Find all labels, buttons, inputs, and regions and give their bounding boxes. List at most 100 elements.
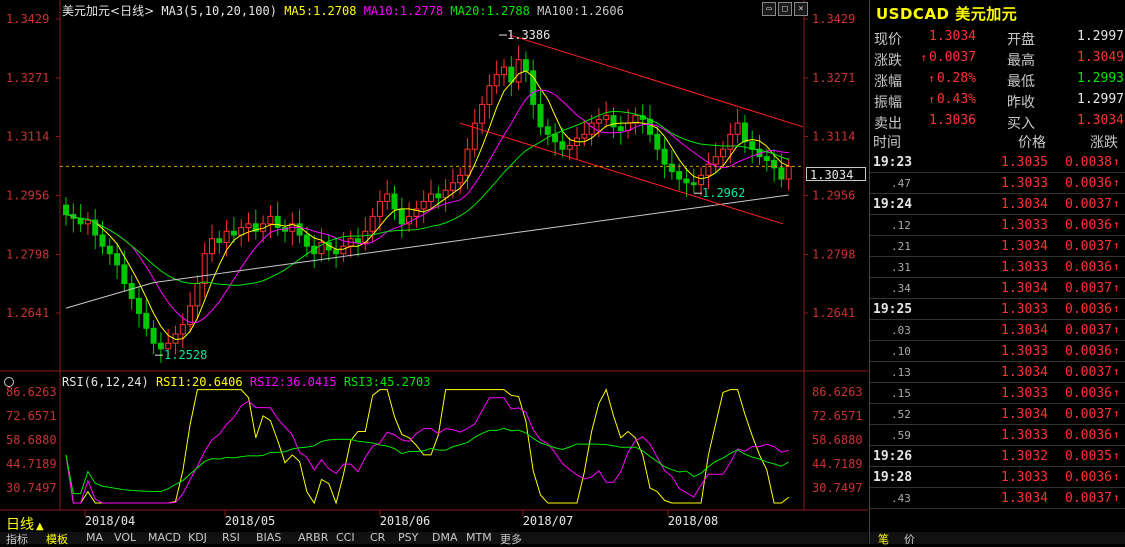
indicator-tab[interactable]: PSY: [398, 531, 418, 544]
up-arrow-icon: ↑: [1113, 323, 1120, 336]
rsi-axis-right-label: 72.6571: [812, 409, 863, 423]
candle-body: [435, 193, 442, 199]
tick-time: 19:25: [873, 302, 913, 317]
up-arrow-icon: ↑: [1113, 260, 1120, 273]
candle-body: [209, 238, 215, 255]
indicator-settings-icon[interactable]: [4, 377, 14, 387]
tab-by-price[interactable]: 价: [904, 531, 915, 547]
quote-value-text: 0.0037: [929, 50, 976, 65]
candle-body: [376, 200, 383, 217]
ticks-header-time: 时间: [873, 135, 901, 151]
indicator-tab[interactable]: VOL: [114, 531, 136, 544]
quote-label: 涨幅: [874, 74, 902, 90]
tab-by-trade[interactable]: 笔: [878, 531, 889, 547]
candle-body: [457, 174, 464, 184]
indicator-tab[interactable]: CR: [370, 531, 385, 544]
indicator-tab[interactable]: 模板: [46, 531, 68, 547]
candle-body: [690, 182, 697, 186]
tick-change: 0.0037: [1065, 491, 1112, 506]
quote-row: 涨跌 ↑ 0.0037 最高 1.3049: [870, 48, 1125, 69]
indicator-tab[interactable]: 指标: [6, 531, 28, 547]
candle-body: [267, 215, 274, 225]
candle-body: [508, 66, 515, 83]
indicator-tab[interactable]: MTM: [466, 531, 492, 544]
kline-chart-area[interactable]: 1.3429 1.3429 1.3271 1.3271 1.3114 1.3114 1.29…: [0, 0, 868, 547]
candle-body: [617, 126, 624, 132]
price-axis-right-label: 1.2641: [812, 306, 855, 320]
quote-value-text: 0.28%: [936, 71, 976, 86]
tick-time: .10: [891, 345, 911, 358]
tick-change: 0.0036: [1065, 218, 1112, 233]
tick-row: 19:24 1.3034 0.0037 ↑: [870, 194, 1125, 215]
rsi1-value: RSI1:20.6406: [155, 375, 243, 389]
quote-bottom-tabs: 笔 价: [870, 531, 1125, 547]
tick-row: .12 1.3033 0.0036 ↑: [870, 215, 1125, 236]
tick-time: .13: [891, 366, 911, 379]
quote-label: 涨跌: [874, 53, 902, 69]
tick-price: 1.3033: [1001, 260, 1048, 275]
tick-row: .47 1.3033 0.0036 ↑: [870, 173, 1125, 194]
indicator-tab[interactable]: RSI: [222, 531, 240, 544]
tick-change: 0.0036: [1065, 470, 1112, 485]
quote-value: ↑ 0.0037: [920, 50, 976, 65]
candle-body: [734, 122, 741, 135]
quote-row: 振幅 ↑ 0.43% 昨收 1.2997: [870, 90, 1125, 111]
indicator-tab[interactable]: KDJ: [188, 531, 207, 544]
tick-time: .34: [891, 282, 911, 295]
price-axis-left-label: 1.2641: [6, 306, 49, 320]
indicator-tab[interactable]: BIAS: [256, 531, 281, 544]
indicator-tab[interactable]: CCI: [336, 531, 355, 544]
candle-body: [727, 133, 734, 150]
indicator-tab[interactable]: MA: [86, 531, 103, 544]
rsi-axis-right-label: 58.6880: [812, 433, 863, 447]
candle-body: [486, 85, 493, 105]
tick-time: .59: [891, 429, 911, 442]
quote-title: USDCAD 美元加元: [876, 5, 1018, 23]
tick-time: .15: [891, 387, 911, 400]
up-arrow-icon: ↑: [1113, 344, 1120, 357]
tick-time: .12: [891, 219, 911, 232]
quote-label: 卖出: [874, 116, 902, 132]
ticks-header: 时间 价格 涨跌: [870, 131, 1125, 151]
indicator-tab[interactable]: DMA: [432, 531, 458, 544]
tick-price: 1.3035: [1001, 155, 1048, 170]
up-arrow-icon: ↑: [1113, 449, 1120, 462]
tick-time: .47: [891, 177, 911, 190]
rsi-axis-right-label: 30.7497: [812, 481, 863, 495]
indicator-tab[interactable]: 更多: [500, 531, 522, 547]
close-icon[interactable]: ×: [794, 2, 808, 16]
candle-body: [106, 245, 113, 255]
price-axis-right-label: 1.3271: [812, 71, 855, 85]
tick-change: 0.0037: [1065, 365, 1112, 380]
price-axis-left-label: 1.3429: [6, 12, 49, 26]
price-axis-right-label: 1.2798: [812, 247, 855, 261]
chart-canvas[interactable]: 1.3429 1.3429 1.3271 1.3271 1.3114 1.3114 1.29…: [0, 0, 868, 544]
tick-row: 19:23 1.3035 0.0038 ↑: [870, 152, 1125, 173]
maximize-icon[interactable]: □: [778, 2, 792, 16]
tick-time: .31: [891, 261, 911, 274]
candle-body: [515, 59, 522, 83]
tick-change: 0.0038: [1065, 155, 1112, 170]
candle-body: [274, 215, 281, 229]
candle-body: [778, 167, 785, 180]
restore-icon[interactable]: ▭: [762, 2, 776, 16]
rsi-axis-left-label: 58.6880: [6, 433, 57, 447]
tick-price: 1.3033: [1001, 428, 1048, 443]
tick-price: 1.3034: [1001, 197, 1048, 212]
candle-body: [340, 245, 347, 255]
ticks-header-change: 涨跌: [1090, 135, 1118, 151]
ma20-value: MA20:1.2788: [450, 4, 530, 18]
indicator-tab[interactable]: ARBR: [298, 531, 328, 544]
up-arrow-icon: ↑: [1113, 155, 1120, 168]
tick-change: 0.0036: [1065, 386, 1112, 401]
candle-body: [157, 342, 164, 350]
tick-time: .21: [891, 240, 911, 253]
date-axis-label: 2018/04: [85, 514, 136, 528]
rsi-axis-left-label: 72.6571: [6, 409, 57, 423]
price-axis-left-label: 1.3271: [6, 71, 49, 85]
symbol-name: 美元加元: [62, 4, 111, 18]
indicator-tab[interactable]: MACD: [148, 531, 181, 544]
divider: [870, 508, 1125, 509]
quote-value-text: 1.3034: [929, 29, 976, 44]
candle-body: [230, 230, 237, 236]
